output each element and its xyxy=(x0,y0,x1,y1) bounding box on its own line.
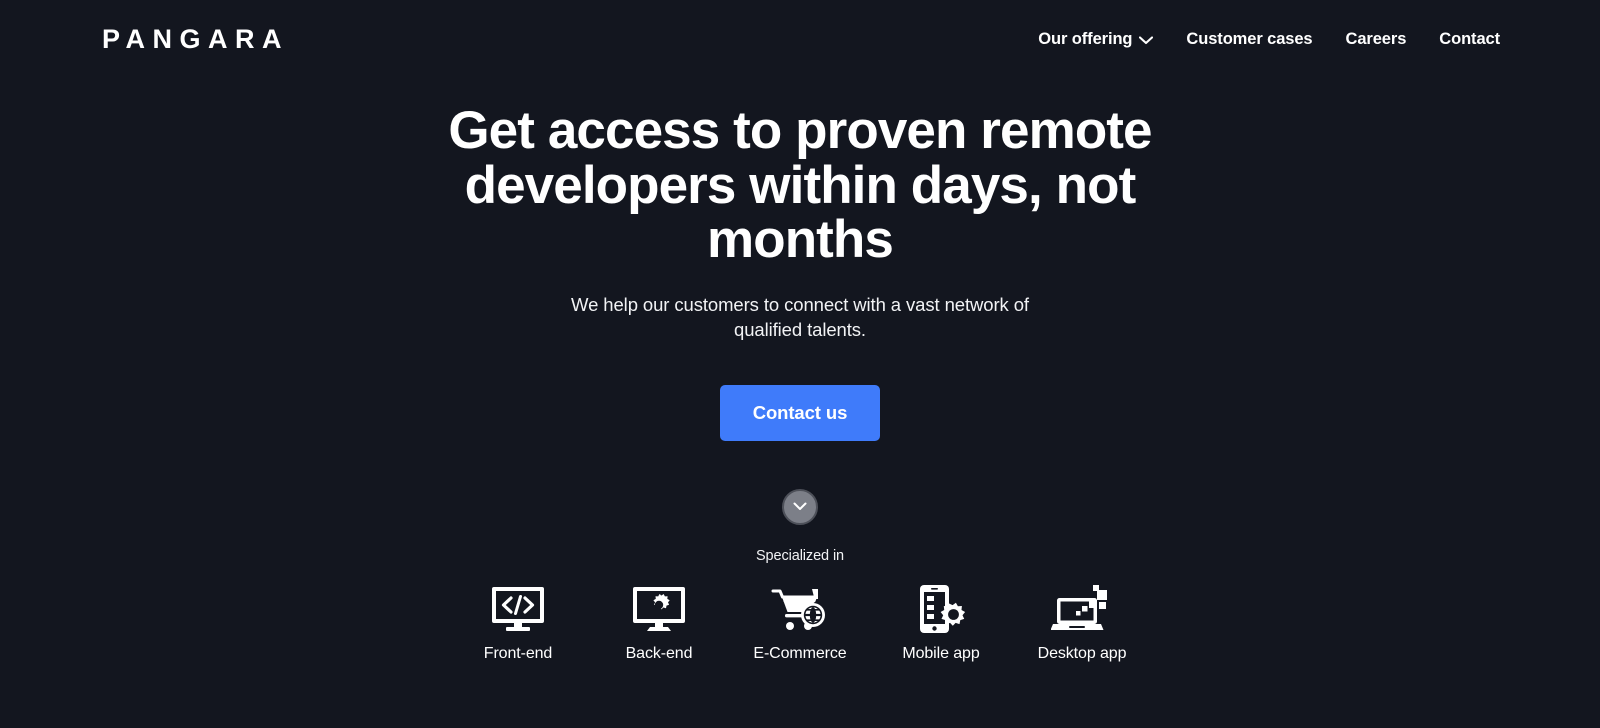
page-title: Get access to proven remote developers w… xyxy=(448,101,1152,270)
spec-item-front-end[interactable]: Front-end xyxy=(470,583,566,662)
spec-item-desktop-app[interactable]: Desktop app xyxy=(1034,583,1130,662)
hero-subtitle: We help our customers to connect with a … xyxy=(571,293,1029,341)
specialization-list: Front-end Back-end E-Commerce Mobile app… xyxy=(470,583,1130,662)
spec-item-e-commerce[interactable]: E-Commerce xyxy=(752,583,848,662)
laptop-pixels-icon xyxy=(1051,583,1113,635)
monitor-gear-icon xyxy=(631,583,687,635)
contact-us-button[interactable]: Contact us xyxy=(720,384,880,441)
cart-globe-icon xyxy=(771,583,829,635)
spec-item-label: Mobile app xyxy=(902,645,980,663)
spec-item-label: Desktop app xyxy=(1037,645,1127,663)
landing-page: PANGARA Our offering Customer cases Care… xyxy=(0,0,1600,728)
chevron-down-icon xyxy=(793,502,807,511)
spec-item-label: Back-end xyxy=(625,645,693,663)
monitor-code-icon xyxy=(490,583,546,635)
hero-section: Get access to proven remote developers w… xyxy=(0,0,1600,662)
cta-container: Contact us xyxy=(720,384,880,441)
spec-item-back-end[interactable]: Back-end xyxy=(611,583,707,662)
phone-gear-icon xyxy=(915,583,967,635)
spec-item-mobile-app[interactable]: Mobile app xyxy=(893,583,989,662)
specialized-section: Specialized in Front-end Back-end E-Comm… xyxy=(470,549,1130,663)
scroll-down-button[interactable] xyxy=(782,488,818,525)
spec-item-label: Front-end xyxy=(483,645,553,663)
specialized-label: Specialized in xyxy=(755,547,845,564)
spec-item-label: E-Commerce xyxy=(753,645,847,663)
